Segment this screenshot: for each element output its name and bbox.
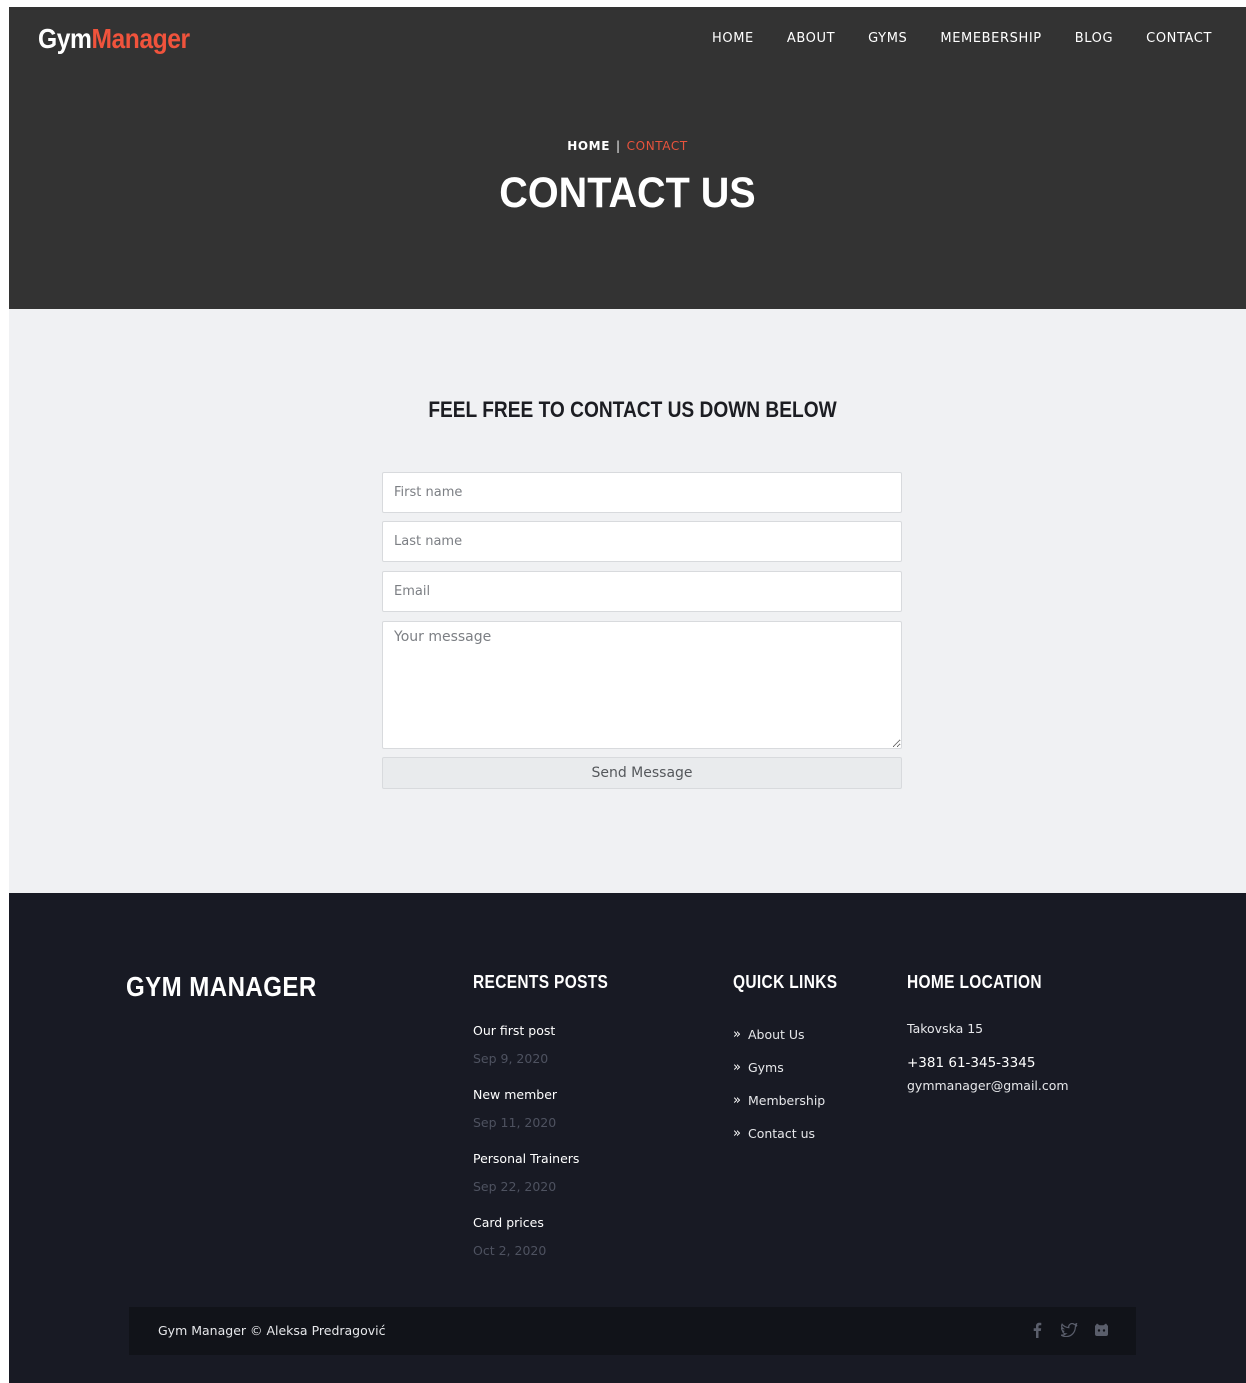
twitter-icon[interactable] — [1060, 1321, 1078, 1339]
address: Takovska 15 — [907, 1021, 984, 1036]
social-links — [1014, 1321, 1110, 1339]
page: GymManager HOME ABOUT GYMS MEMEBERSHIP B… — [9, 7, 1246, 1383]
nav-gyms[interactable]: GYMS — [868, 31, 907, 46]
quick-link-about[interactable]: » About Us — [733, 1027, 805, 1042]
double-chevron-right-icon: » — [733, 1126, 741, 1141]
nav-home[interactable]: HOME — [712, 31, 754, 46]
message-field[interactable] — [382, 621, 902, 749]
send-message-button[interactable]: Send Message — [382, 757, 902, 789]
double-chevron-right-icon: » — [733, 1060, 741, 1075]
quick-link-gyms[interactable]: » Gyms — [733, 1060, 784, 1075]
double-chevron-right-icon: » — [733, 1027, 741, 1042]
footer: GYM MANAGER RECENTS POSTS Our first post… — [9, 893, 1246, 1383]
post-date: Sep 22, 2020 — [473, 1179, 557, 1194]
last-name-field[interactable] — [382, 521, 902, 562]
nav-contact[interactable]: CONTACT — [1146, 31, 1212, 46]
quick-link-label: Contact us — [747, 1126, 816, 1141]
copyright: Gym Manager © Aleksa Predragović — [158, 1323, 386, 1338]
double-chevron-right-icon: » — [733, 1093, 741, 1108]
first-name-field[interactable] — [382, 472, 902, 513]
email-address: gymmanager@gmail.com — [907, 1078, 1069, 1093]
post-title[interactable]: Our first post — [473, 1023, 555, 1038]
facebook-icon[interactable] — [1028, 1321, 1046, 1339]
breadcrumb-current: CONTACT — [626, 139, 688, 153]
footer-brand: GYM MANAGER — [126, 971, 317, 1002]
nav-membership[interactable]: MEMEBERSHIP — [940, 31, 1041, 46]
breadcrumb-separator: | — [616, 139, 621, 153]
post-date: Sep 9, 2020 — [473, 1051, 549, 1066]
email-field[interactable] — [382, 571, 902, 612]
post-title[interactable]: New member — [473, 1087, 557, 1102]
phone: +381 61-345-3345 — [907, 1055, 1036, 1071]
contact-section: FEEL FREE TO CONTACT US DOWN BELOW Send … — [9, 309, 1246, 893]
quick-link-label: Gyms — [747, 1060, 784, 1075]
quick-link-label: Membership — [747, 1093, 826, 1108]
main-nav: HOME ABOUT GYMS MEMEBERSHIP BLOG CONTACT — [679, 31, 1212, 46]
post-date: Sep 11, 2020 — [473, 1115, 557, 1130]
recent-posts-title: RECENTS POSTS — [473, 972, 609, 992]
post-title[interactable]: Card prices — [473, 1215, 544, 1230]
nav-about[interactable]: ABOUT — [787, 31, 835, 46]
bottom-bar: Gym Manager © Aleksa Predragović — [129, 1307, 1136, 1355]
quick-link-membership[interactable]: » Membership — [733, 1093, 825, 1108]
home-location-title: HOME LOCATION — [907, 972, 1042, 992]
logo-part2: Manager — [91, 23, 190, 54]
logo-part1: Gym — [38, 23, 92, 54]
contact-heading: FEEL FREE TO CONTACT US DOWN BELOW — [428, 397, 837, 422]
logo[interactable]: GymManager — [38, 23, 190, 55]
page-title: CONTACT US — [499, 169, 756, 217]
breadcrumb-home[interactable]: HOME — [567, 139, 610, 153]
post-title[interactable]: Personal Trainers — [473, 1151, 579, 1166]
breadcrumb: HOME | CONTACT — [9, 139, 1246, 153]
quick-link-contact[interactable]: » Contact us — [733, 1126, 815, 1141]
nav-blog[interactable]: BLOG — [1075, 31, 1113, 46]
header: GymManager HOME ABOUT GYMS MEMEBERSHIP B… — [9, 7, 1246, 309]
post-date: Oct 2, 2020 — [473, 1243, 547, 1258]
github-icon[interactable] — [1092, 1321, 1110, 1339]
quick-links-title: QUICK LINKS — [733, 972, 838, 992]
quick-link-label: About Us — [747, 1027, 805, 1042]
